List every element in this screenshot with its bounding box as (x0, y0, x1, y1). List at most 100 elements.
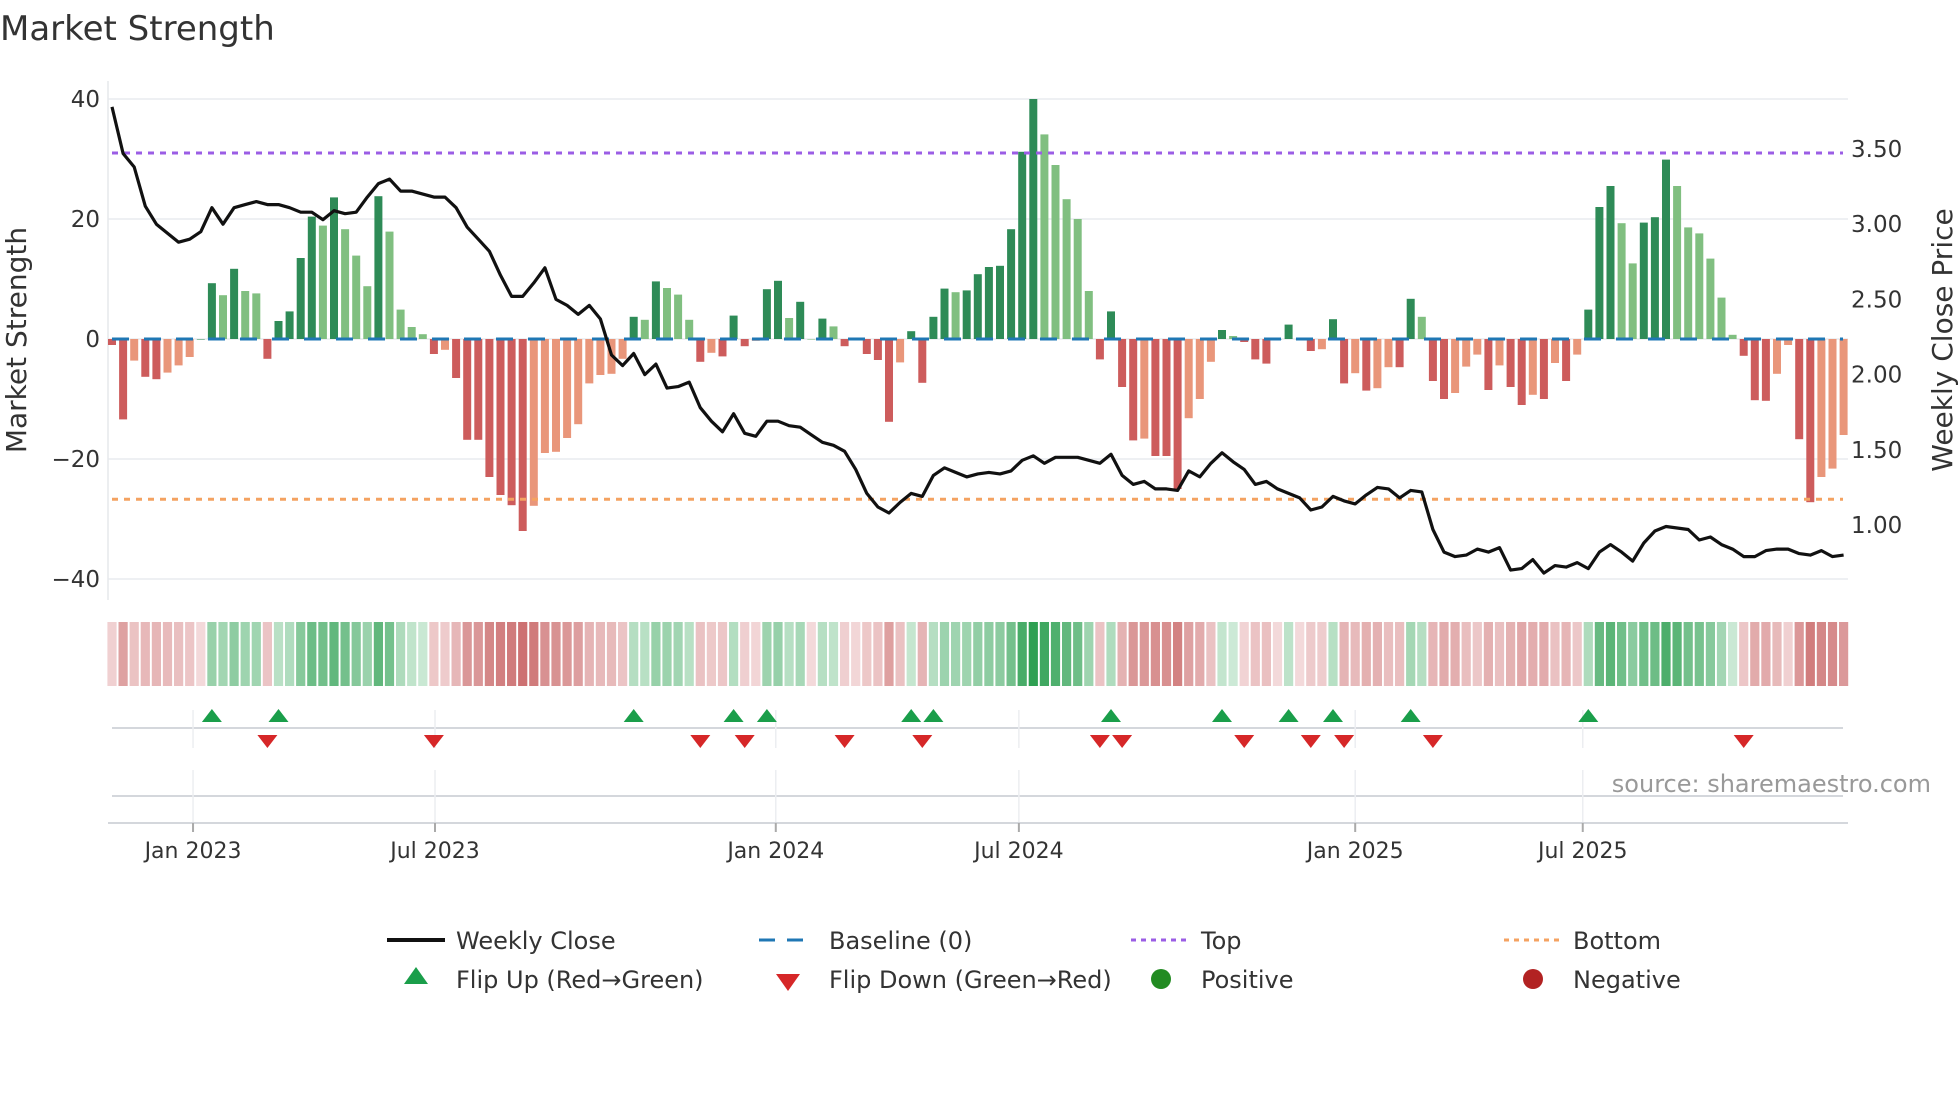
heat-cell (1794, 622, 1804, 686)
heat-cell (1805, 622, 1815, 686)
legend: Weekly Close Baseline (0) Top Bottom Fli… (387, 927, 1681, 994)
heat-cell (1239, 622, 1249, 686)
strength-bar (640, 319, 649, 339)
strength-bar (1562, 339, 1571, 381)
heat-cell (573, 622, 583, 686)
strength-bar (230, 268, 239, 339)
strength-bar (241, 291, 250, 339)
flip-down-marker (1422, 735, 1443, 748)
heat-cell (418, 622, 428, 686)
strength-bar (119, 339, 128, 420)
heat-cell (318, 622, 328, 686)
flip-up-marker (1212, 709, 1232, 722)
flip-markers-panel (112, 709, 1843, 823)
flip-down-marker (1112, 735, 1133, 748)
heat-cell (1217, 622, 1227, 686)
heat-cell (773, 622, 783, 686)
strength-bar (1728, 334, 1737, 339)
strength-bar (1639, 222, 1648, 339)
strength-bar (185, 339, 194, 357)
flip-down-marker (1334, 735, 1355, 748)
heat-cell (1306, 622, 1316, 686)
strength-bar (1451, 339, 1460, 393)
heat-cell (1250, 622, 1260, 686)
heat-cell (162, 622, 173, 686)
strength-bar (496, 339, 505, 495)
heat-cell (1395, 622, 1405, 686)
left-tick-label: −20 (51, 447, 100, 473)
strength-bar (1351, 339, 1360, 374)
heat-cell (751, 622, 761, 686)
heat-cell (1528, 622, 1538, 686)
heat-cell (551, 622, 561, 686)
heat-cell (1173, 622, 1183, 686)
heat-cell (440, 622, 450, 686)
strength-bar (1362, 339, 1371, 391)
strength-bar (363, 286, 372, 339)
heat-cell (1494, 622, 1505, 686)
heat-cell (684, 622, 694, 686)
heat-cell (484, 622, 494, 686)
heat-cell (451, 622, 461, 686)
strength-bar (1251, 339, 1260, 360)
strength-bar (807, 339, 816, 340)
heat-cell (962, 622, 972, 686)
heat-cell (1272, 622, 1283, 686)
strength-bar (1162, 339, 1171, 456)
heat-cell (1328, 622, 1338, 686)
x-tick-label: Jan 2023 (143, 839, 242, 864)
strength-bar (651, 281, 660, 339)
heat-cell (1605, 622, 1616, 686)
strength-bar (207, 283, 216, 339)
strength-bar (785, 318, 794, 339)
heat-cell (762, 622, 772, 686)
strength-bar (196, 339, 205, 340)
legend-weekly-close: Weekly Close (456, 927, 616, 955)
heat-cell (529, 622, 539, 686)
heat-cell (429, 622, 439, 686)
heat-cell (1028, 622, 1038, 686)
strength-bar (330, 197, 338, 339)
heat-cell (151, 622, 161, 686)
strength-bar (962, 290, 971, 339)
flip-down-marker (734, 735, 755, 748)
heat-cell (129, 622, 139, 686)
heat-cell (1506, 622, 1516, 686)
heat-cell (1128, 622, 1138, 686)
strength-bar (1739, 339, 1748, 356)
heat-cell (1284, 622, 1294, 686)
heat-cell (695, 622, 705, 686)
heat-cell (540, 622, 550, 686)
chart-title: Market Strength (0, 9, 275, 49)
strength-bar (762, 289, 771, 339)
heat-cell (618, 622, 628, 686)
heat-cell (384, 622, 395, 686)
heat-cell (174, 622, 184, 686)
heat-cell (706, 622, 716, 686)
heat-cell (473, 622, 483, 686)
heat-cell (1650, 622, 1660, 686)
strength-bar (707, 339, 716, 353)
heat-cell (1617, 622, 1627, 686)
strength-bar (1062, 199, 1071, 339)
strength-bar (1517, 339, 1526, 405)
left-tick-label: 0 (85, 327, 100, 353)
left-axis-label: Market Strength (0, 227, 33, 453)
strength-bar (1406, 298, 1415, 339)
heat-cell (1106, 622, 1116, 686)
heat-cell (340, 622, 350, 686)
x-tick-label: Jul 2024 (972, 839, 1064, 864)
heat-cell (1783, 622, 1793, 686)
strength-bar (1206, 339, 1215, 362)
strength-bar (474, 339, 483, 440)
heat-cell (562, 622, 572, 686)
heat-cell (951, 622, 961, 686)
strength-bar (1329, 319, 1337, 339)
heat-cell (1561, 622, 1571, 686)
legend-negative: Negative (1573, 966, 1681, 994)
right-tick-label: 3.00 (1851, 212, 1902, 238)
strength-bar (1761, 339, 1770, 401)
heat-cell (495, 622, 506, 686)
x-tick-label: Jan 2025 (1305, 839, 1404, 864)
strength-bar (1750, 339, 1759, 401)
